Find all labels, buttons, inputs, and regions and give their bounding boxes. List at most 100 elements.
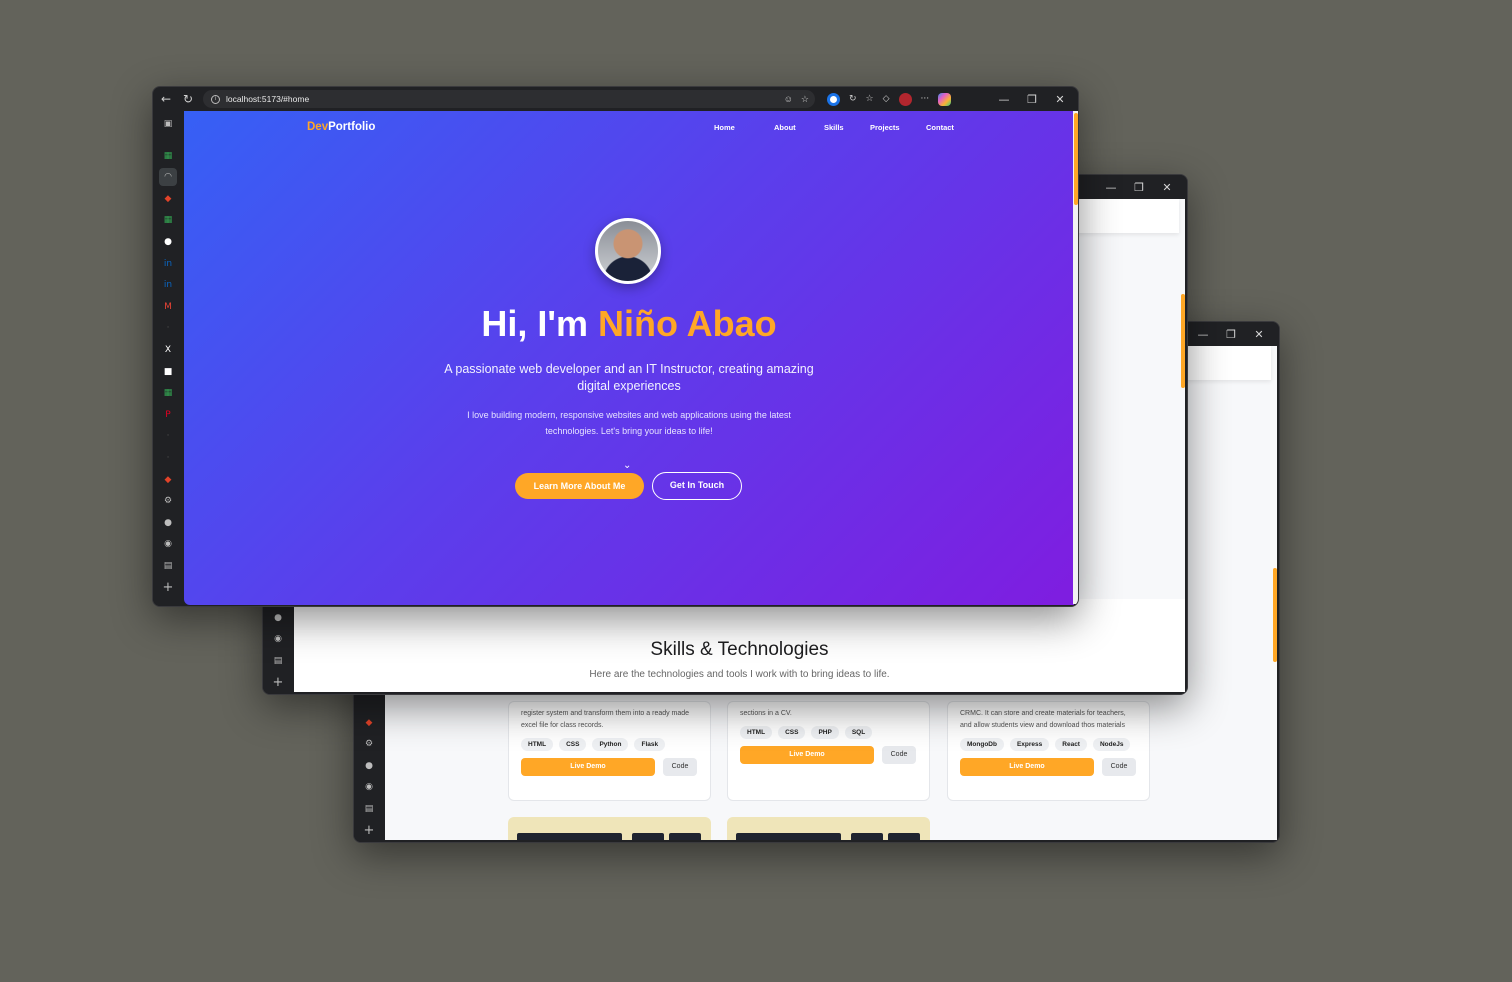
gear-icon[interactable]: ⚙	[360, 735, 378, 753]
minimize-icon[interactable]: —	[1189, 328, 1217, 341]
calendar-icon[interactable]: ▤	[269, 652, 287, 670]
address-bar[interactable]: i localhost:5173/#home ☺ ☆	[203, 90, 815, 108]
code-button[interactable]: Code	[663, 758, 697, 776]
nav-menu: Home About Skills Projects Contact	[714, 123, 966, 132]
tech-tag: Python	[592, 738, 629, 751]
code-button[interactable]: Code	[882, 746, 916, 764]
scrollbar-thumb[interactable]	[1273, 568, 1277, 662]
play-icon[interactable]: ◉	[360, 778, 378, 796]
project-thumbnail	[508, 817, 711, 840]
dot-icon[interactable]: ·	[159, 449, 177, 467]
favorite-star-icon[interactable]: ☆	[801, 94, 809, 105]
favorites-icon[interactable]: ☆	[866, 94, 874, 104]
nav-contact[interactable]: Contact	[926, 123, 966, 132]
browser-window-front: ← ↻ i localhost:5173/#home ☺ ☆ ↻ ☆ ◇ ···…	[152, 86, 1079, 607]
scrollbar-thumb[interactable]	[1074, 113, 1078, 205]
project-card-3: CRMC. It can store and create materials …	[947, 701, 1150, 801]
sheets-icon[interactable]: ▦	[159, 147, 177, 165]
restore-icon[interactable]: ❐	[1217, 328, 1245, 341]
project-description: register system and transform them into …	[521, 710, 690, 729]
add-icon[interactable]: +	[360, 822, 378, 840]
profile-extension-icon[interactable]	[898, 92, 912, 106]
nav-about[interactable]: About	[774, 123, 824, 132]
dot-icon[interactable]: ·	[159, 427, 177, 445]
url-text: localhost:5173/#home	[226, 94, 310, 104]
minimize-icon[interactable]: —	[990, 93, 1018, 106]
dot-icon[interactable]: ·	[159, 319, 177, 337]
gitlab-icon[interactable]: ◆	[159, 190, 177, 208]
refresh-extension-icon[interactable]: ↻	[849, 94, 857, 104]
calendar-icon[interactable]: ▤	[360, 800, 378, 818]
tech-tag: MongoDb	[960, 738, 1004, 751]
circle-icon[interactable]: ●	[360, 757, 378, 775]
site-info-icon[interactable]: i	[211, 94, 220, 104]
reload-icon[interactable]: ↻	[177, 92, 199, 106]
section-title: Skills & Technologies	[650, 639, 829, 660]
shield-icon[interactable]: ◇	[883, 94, 890, 104]
hero-subtitle: A passionate web developer and an IT Ins…	[444, 362, 814, 393]
circle-icon[interactable]: ●	[269, 609, 287, 627]
tech-tag: CSS	[778, 726, 806, 739]
x-icon[interactable]: X	[159, 341, 177, 359]
learn-more-button[interactable]: Learn More About Me	[515, 473, 644, 499]
extension-icon[interactable]	[827, 92, 840, 106]
nav-skills[interactable]: Skills	[824, 123, 870, 132]
project-card-1: register system and transform them into …	[508, 701, 711, 801]
tech-tag: NodeJs	[1092, 738, 1131, 751]
scrollbar-thumb[interactable]	[1181, 294, 1185, 388]
linkedin-icon[interactable]: in	[159, 255, 177, 273]
hero-name: Niño Abao	[597, 303, 777, 344]
restore-icon[interactable]: ❐	[1018, 93, 1046, 106]
close-icon[interactable]: ✕	[1046, 93, 1074, 106]
browser-sidebar: ▣ ▦ ◠ ◆ ▦ ● in in M · X ■ ▦ P · · ◆ ⚙ ● …	[153, 111, 183, 606]
add-icon[interactable]: +	[159, 578, 177, 596]
site-logo[interactable]: DevPortfolio	[307, 121, 375, 133]
gear-icon[interactable]: ⚙	[159, 492, 177, 510]
live-demo-button[interactable]: Live Demo	[521, 758, 655, 776]
live-demo-button[interactable]: Live Demo	[740, 746, 874, 764]
notion-icon[interactable]: ■	[159, 363, 177, 381]
code-button[interactable]: Code	[1102, 758, 1136, 776]
scrollbar[interactable]	[1073, 111, 1078, 604]
nav-projects[interactable]: Projects	[870, 123, 926, 132]
more-icon[interactable]: ···	[921, 94, 930, 104]
hero-description: I love building modern, responsive websi…	[467, 410, 791, 436]
sheets-icon[interactable]: ▦	[159, 211, 177, 229]
minimize-icon[interactable]: —	[1097, 181, 1125, 194]
chevron-down-icon[interactable]: ⌄	[623, 460, 631, 471]
tech-tag: HTML	[521, 738, 554, 751]
project-description: sections in a CV.	[740, 710, 792, 717]
gmail-icon[interactable]: M	[159, 298, 177, 316]
tech-tag: Express	[1009, 738, 1050, 751]
nav-home[interactable]: Home	[714, 123, 774, 132]
app-icon[interactable]: ◠	[159, 168, 177, 187]
skills-section: Skills & Technologies Here are the techn…	[294, 599, 1185, 692]
play-icon[interactable]: ◉	[269, 630, 287, 648]
gitlab-icon[interactable]: ◆	[360, 714, 378, 732]
live-demo-button[interactable]: Live Demo	[960, 758, 1094, 776]
gitlab-icon[interactable]: ◆	[159, 471, 177, 489]
linkedin-icon[interactable]: in	[159, 276, 177, 294]
play-icon[interactable]: ◉	[159, 535, 177, 553]
add-icon[interactable]: +	[269, 673, 287, 691]
pinterest-icon[interactable]: P	[159, 406, 177, 424]
tab-actions-icon[interactable]: ▣	[159, 115, 177, 133]
tech-tag: CSS	[559, 738, 587, 751]
calendar-icon[interactable]: ▤	[159, 557, 177, 575]
github-icon[interactable]: ●	[159, 233, 177, 251]
get-in-touch-button[interactable]: Get In Touch	[652, 472, 742, 500]
logo-dev: Dev	[307, 121, 329, 133]
tech-tag: Flask	[634, 738, 666, 751]
tech-tag: SQL	[844, 726, 873, 739]
hero-section: DevPortfolio Home About Skills Projects …	[184, 111, 1074, 605]
close-icon[interactable]: ✕	[1245, 328, 1273, 341]
reader-icon[interactable]: ☺	[784, 94, 793, 105]
circle-icon[interactable]: ●	[159, 514, 177, 532]
close-icon[interactable]: ✕	[1153, 181, 1181, 194]
restore-icon[interactable]: ❐	[1125, 181, 1153, 194]
sheets-icon[interactable]: ▦	[159, 384, 177, 402]
back-arrow-icon[interactable]: ←	[155, 92, 177, 106]
section-subtitle: Here are the technologies and tools I wo…	[589, 669, 890, 680]
copilot-icon[interactable]	[938, 92, 952, 106]
profile-avatar	[595, 218, 661, 284]
